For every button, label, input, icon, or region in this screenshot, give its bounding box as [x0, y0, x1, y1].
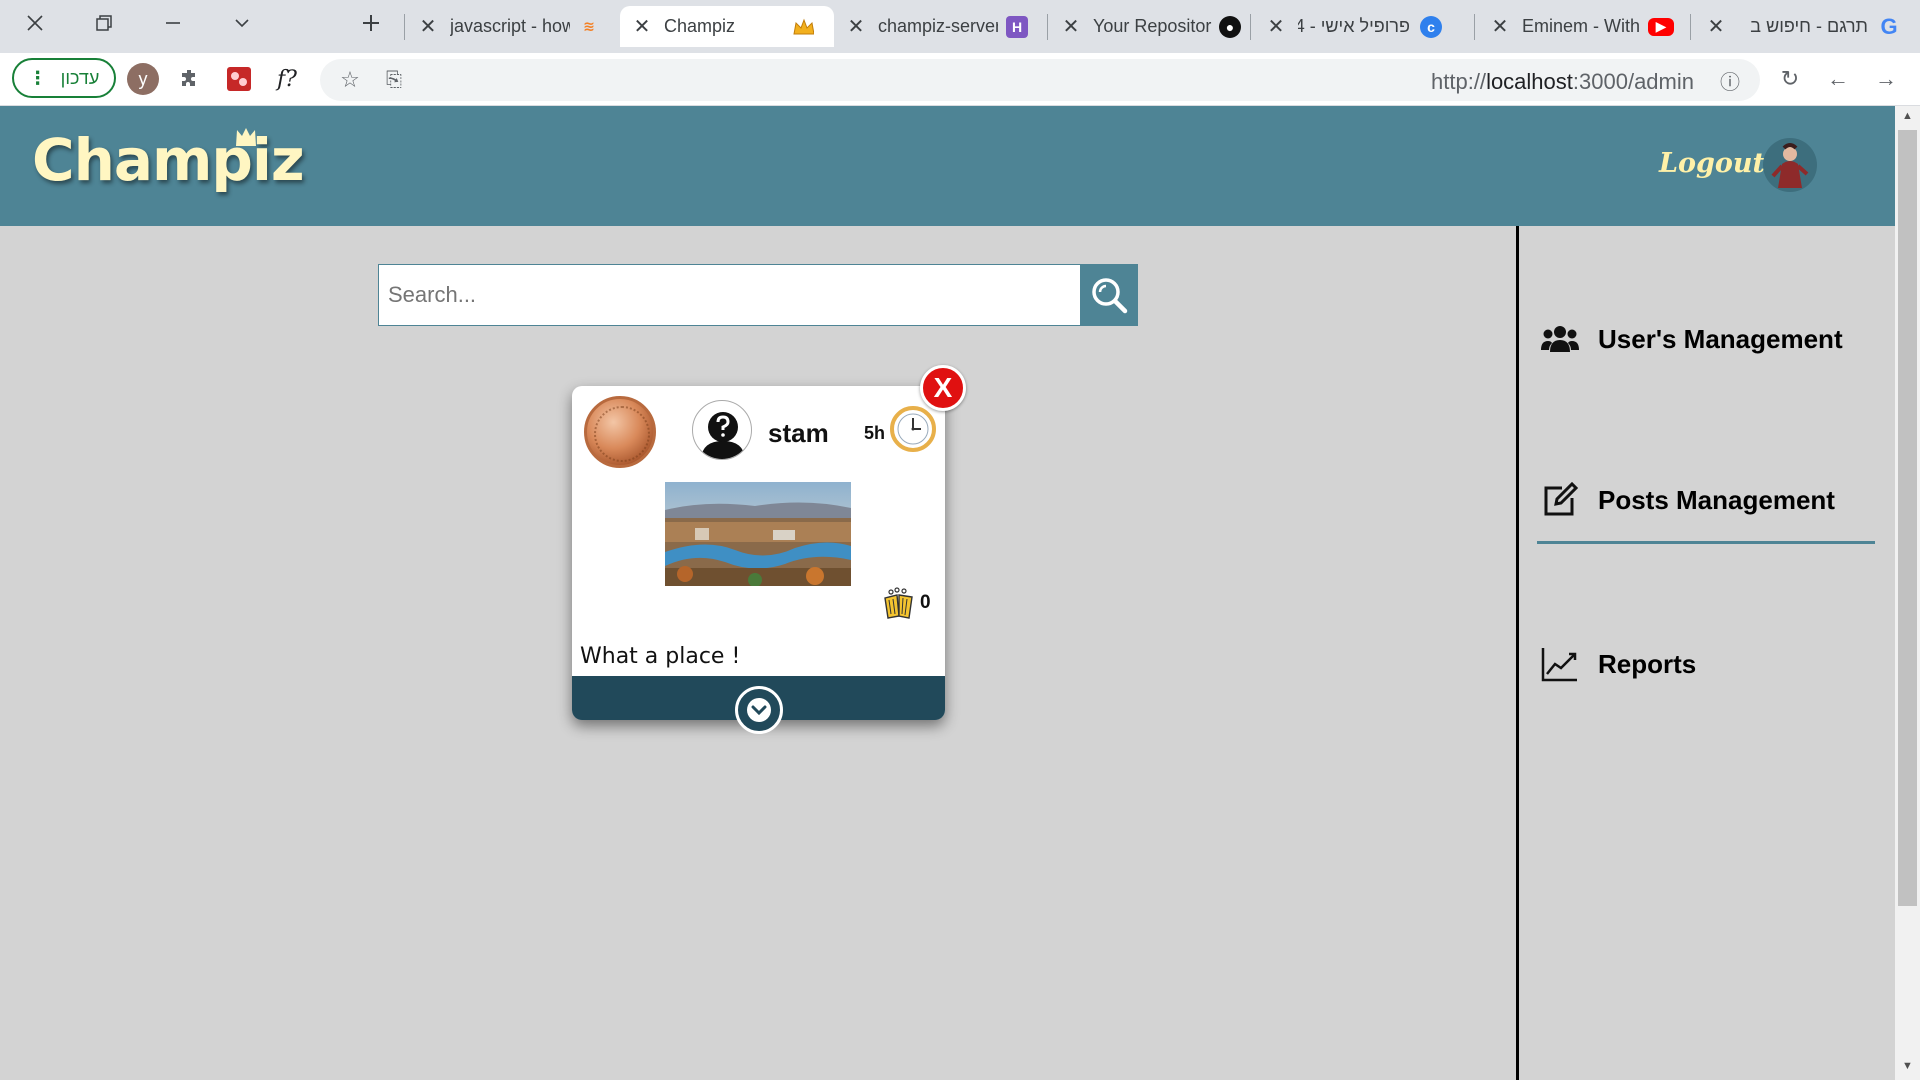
url-path: :3000/admin [1572, 69, 1694, 94]
tab-title: Champiz [664, 16, 736, 36]
browser-toolbar: ⋮ עדכון y f? ☆ ⎘ http://localhost:3000/a… [0, 53, 1920, 106]
tab-champiz[interactable]: ✕ Champiz [620, 6, 834, 47]
tab-google-translate[interactable]: ✕ תרגם - חיפוש ב G [1698, 6, 1918, 47]
champiz-logo[interactable]: Champiz [32, 126, 305, 194]
search-icon [1092, 278, 1128, 314]
tab-title: Your Repositor [1093, 16, 1212, 36]
reload-icon[interactable]: ↻ [1774, 63, 1806, 95]
post-text: What a place ! [580, 644, 741, 669]
share-icon[interactable]: ⎘ [378, 64, 410, 96]
users-icon [1540, 319, 1580, 359]
google-icon: G [1880, 13, 1898, 39]
expand-post-button[interactable] [735, 686, 783, 734]
tab-title: champiz-server [878, 16, 998, 36]
formula-extension-icon[interactable]: f? [271, 63, 303, 95]
forward-icon[interactable]: → [1870, 63, 1902, 95]
edit-icon [1540, 480, 1580, 520]
sidebar-item-posts[interactable]: Posts Management [1540, 470, 1835, 530]
tab-separator [1690, 14, 1691, 40]
new-tab-icon[interactable] [336, 0, 405, 45]
site-header: Champiz Logout [0, 106, 1895, 226]
tab-javascript[interactable]: ✕ javascript - how ≋ [412, 6, 617, 47]
browser-tab-strip: ✕ javascript - how ≋ ✕ Champiz ✕ champiz… [0, 0, 1920, 53]
close-tab-icon[interactable]: ✕ [1490, 14, 1510, 39]
search-button[interactable] [1080, 264, 1138, 326]
tab-title: פרופיל אישי - 4 [1298, 16, 1410, 36]
extension-game-icon[interactable] [223, 63, 255, 95]
sidebar-item-label: Posts Management [1598, 484, 1835, 515]
sidebar-item-label: User's Management [1598, 323, 1843, 354]
post-card: stam 5h 0 What a place ! [572, 386, 945, 734]
bronze-medal-icon [584, 396, 656, 468]
likes-count: 0 [920, 592, 931, 613]
tab-title: תרגם - חיפוש ב [1750, 16, 1868, 36]
likes-counter[interactable]: 0 [882, 586, 931, 620]
admin-avatar[interactable] [1763, 138, 1817, 192]
close-window-icon[interactable] [0, 0, 69, 45]
youtube-icon: ▶ [1648, 17, 1674, 36]
chart-line-icon [1540, 644, 1580, 684]
sidebar-item-label: Reports [1598, 648, 1697, 679]
url-prefix: http:// [1431, 69, 1487, 94]
close-tab-icon[interactable]: ✕ [418, 14, 438, 39]
post-image[interactable] [665, 482, 851, 586]
close-tab-icon[interactable]: ✕ [846, 14, 866, 39]
sidebar-item-reports[interactable]: Reports [1540, 634, 1696, 694]
tab-separator [1474, 14, 1475, 40]
omnibox[interactable]: ☆ ⎘ http://localhost:3000/admin ⓘ [320, 59, 1760, 101]
back-icon[interactable]: ← [1822, 63, 1854, 95]
clock-icon [890, 406, 936, 452]
scrollbar-thumb[interactable] [1898, 130, 1917, 906]
close-tab-icon[interactable]: ✕ [632, 14, 652, 39]
tab-title: javascript - how [450, 16, 570, 36]
tab-champiz-server[interactable]: ✕ champiz-server H [838, 6, 1043, 47]
bookmark-star-icon[interactable]: ☆ [334, 64, 366, 96]
post-username[interactable]: stam [768, 418, 829, 449]
post-time: 5h [864, 423, 886, 443]
sidebar-item-users[interactable]: User's Management [1540, 309, 1843, 369]
tab-github[interactable]: ✕ Your Repositor ● [1053, 6, 1243, 47]
close-tab-icon[interactable]: ✕ [1061, 14, 1081, 39]
scroll-down-icon[interactable]: ▼ [1901, 1060, 1914, 1072]
update-label: עדכון [60, 67, 100, 88]
search-input[interactable] [378, 264, 1081, 326]
close-post-button[interactable]: X [920, 365, 966, 411]
tab-profile[interactable]: ✕ פרופיל אישי - 4 c [1258, 6, 1458, 47]
tab-separator [404, 14, 405, 40]
profile-site-icon: c [1420, 15, 1442, 38]
profile-avatar[interactable]: y [127, 63, 159, 95]
admin-page: Champiz Logout ▲ ▼ Search... User's Mana… [0, 106, 1920, 1080]
site-info-icon[interactable]: ⓘ [1714, 64, 1746, 96]
close-tab-icon[interactable]: ✕ [1266, 14, 1286, 39]
github-icon: ● [1219, 15, 1241, 38]
sidebar-divider [1516, 226, 1519, 1080]
tab-separator [1250, 14, 1251, 40]
tab-youtube[interactable]: ✕ Eminem - With ▶ [1482, 6, 1682, 47]
stackoverflow-icon: ≋ [583, 18, 595, 34]
logo-crown-icon [236, 128, 256, 146]
minimize-window-icon[interactable] [138, 0, 207, 45]
tab-search-icon[interactable] [207, 0, 276, 45]
more-vert-icon: ⋮ [28, 67, 47, 88]
chevron-down-icon [747, 698, 771, 722]
url-host: localhost [1486, 69, 1573, 94]
heroku-icon: H [1006, 15, 1028, 38]
beer-cheers-icon [884, 587, 913, 619]
active-item-underline [1537, 541, 1875, 544]
tab-separator [1047, 14, 1048, 40]
tab-title: Eminem - With [1522, 16, 1640, 36]
update-button[interactable]: ⋮ עדכון [12, 58, 116, 98]
url-text[interactable]: http://localhost:3000/admin [1431, 69, 1694, 95]
close-tab-icon[interactable]: ✕ [1706, 14, 1726, 39]
crown-icon [792, 16, 814, 38]
extensions-icon[interactable] [174, 63, 206, 95]
search-bar [378, 264, 1138, 326]
logout-link[interactable]: Logout [1659, 148, 1765, 179]
restore-window-icon[interactable] [69, 0, 138, 45]
user-avatar[interactable] [692, 400, 752, 460]
scroll-up-icon[interactable]: ▲ [1901, 110, 1914, 122]
